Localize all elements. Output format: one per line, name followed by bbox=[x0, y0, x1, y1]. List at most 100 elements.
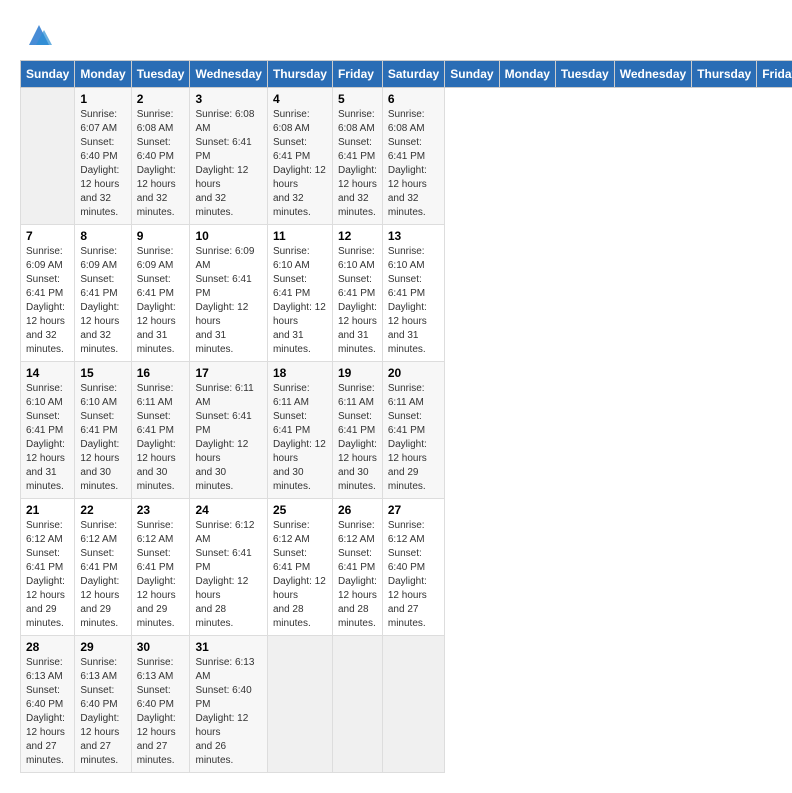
day-info: Sunrise: 6:10 AM Sunset: 6:41 PM Dayligh… bbox=[26, 382, 69, 494]
calendar-cell: 25 Sunrise: 6:12 AM Sunset: 6:41 PM Dayli… bbox=[267, 499, 332, 636]
calendar-cell: 28Sunrise: 6:13 AM Sunset: 6:40 PM Dayli… bbox=[21, 636, 75, 773]
day-info: Sunrise: 6:09 AM Sunset: 6:41 PM Dayligh… bbox=[137, 245, 185, 357]
day-number: 4 bbox=[273, 92, 327, 106]
day-number: 10 bbox=[195, 229, 261, 243]
calendar-cell bbox=[382, 636, 444, 773]
day-info: Sunrise: 6:13 AM Sunset: 6:40 PM Dayligh… bbox=[80, 656, 125, 768]
day-number: 23 bbox=[137, 503, 185, 517]
day-number: 6 bbox=[388, 92, 439, 106]
day-number: 27 bbox=[388, 503, 439, 517]
calendar-cell: 11 Sunrise: 6:10 AM Sunset: 6:41 PM Dayli… bbox=[267, 225, 332, 362]
calendar-week-row: 21 Sunrise: 6:12 AM Sunset: 6:41 PM Dayli… bbox=[21, 499, 792, 636]
day-number: 26 bbox=[338, 503, 377, 517]
calendar-cell: 29 Sunrise: 6:13 AM Sunset: 6:40 PM Dayli… bbox=[75, 636, 131, 773]
calendar-cell: 5 Sunrise: 6:08 AM Sunset: 6:41 PM Daylig… bbox=[332, 88, 382, 225]
calendar-week-row: 28 Sunrise: 6:13 AM Sunset: 6:40 PM Dayli… bbox=[21, 636, 792, 773]
day-info: Sunrise: 6:13 AM Sunset: 6:40 PM Dayligh… bbox=[137, 656, 185, 768]
calendar-header-row: SundayMondayTuesdayWednesdayThursdayFrid… bbox=[21, 61, 792, 88]
calendar-cell: 4 Sunrise: 6:08 AM Sunset: 6:41 PM Daylig… bbox=[267, 88, 332, 225]
day-info: Sunrise: 6:08 AM Sunset: 6:41 PM Dayligh… bbox=[273, 108, 327, 220]
day-number: 2 bbox=[137, 92, 185, 106]
day-number: 11 bbox=[273, 229, 327, 243]
day-header-wednesday: Wednesday bbox=[190, 61, 267, 88]
calendar-cell: 15 Sunrise: 6:10 AM Sunset: 6:41 PM Dayli… bbox=[75, 362, 131, 499]
day-header-saturday: Saturday bbox=[382, 61, 444, 88]
day-info: Sunrise: 6:09 AM Sunset: 6:41 PM Dayligh… bbox=[26, 245, 69, 357]
day-info: Sunrise: 6:11 AM Sunset: 6:41 PM Dayligh… bbox=[388, 382, 439, 494]
day-info: Sunrise: 6:11 AM Sunset: 6:41 PM Dayligh… bbox=[137, 382, 185, 494]
day-number: 24 bbox=[195, 503, 261, 517]
day-number: 12 bbox=[338, 229, 377, 243]
day-number: 5 bbox=[338, 92, 377, 106]
calendar-cell: 20 Sunrise: 6:11 AM Sunset: 6:41 PM Dayli… bbox=[382, 362, 444, 499]
day-header-friday: Friday bbox=[332, 61, 382, 88]
day-number: 1 bbox=[80, 92, 125, 106]
day-info: Sunrise: 6:09 AM Sunset: 6:41 PM Dayligh… bbox=[80, 245, 125, 357]
page-header bbox=[20, 20, 772, 50]
calendar-cell: 7Sunrise: 6:09 AM Sunset: 6:41 PM Daylig… bbox=[21, 225, 75, 362]
day-info: Sunrise: 6:11 AM Sunset: 6:41 PM Dayligh… bbox=[195, 382, 261, 494]
calendar-cell: 14 Sunrise: 6:10 AM Sunset: 6:41 PM Dayli… bbox=[21, 362, 75, 499]
day-header-monday: Monday bbox=[75, 61, 131, 88]
day-number: 14 bbox=[26, 366, 69, 380]
day-number: 25 bbox=[273, 503, 327, 517]
calendar-cell bbox=[332, 636, 382, 773]
calendar-cell: 16Sunrise: 6:11 AM Sunset: 6:41 PM Dayli… bbox=[131, 362, 190, 499]
calendar-cell: 2 Sunrise: 6:08 AM Sunset: 6:40 PM Daylig… bbox=[131, 88, 190, 225]
day-header-thursday: Thursday bbox=[692, 61, 757, 88]
day-number: 20 bbox=[388, 366, 439, 380]
day-info: Sunrise: 6:12 AM Sunset: 6:41 PM Dayligh… bbox=[80, 519, 125, 631]
calendar-cell: 6 Sunrise: 6:08 AM Sunset: 6:41 PM Daylig… bbox=[382, 88, 444, 225]
day-number: 30 bbox=[137, 640, 185, 654]
day-info: Sunrise: 6:12 AM Sunset: 6:41 PM Dayligh… bbox=[273, 519, 327, 631]
day-info: Sunrise: 6:12 AM Sunset: 6:41 PM Dayligh… bbox=[338, 519, 377, 631]
day-header-tuesday: Tuesday bbox=[131, 61, 190, 88]
calendar-cell: 30 Sunrise: 6:13 AM Sunset: 6:40 PM Dayli… bbox=[131, 636, 190, 773]
calendar-cell: 18 Sunrise: 6:11 AM Sunset: 6:41 PM Dayli… bbox=[267, 362, 332, 499]
day-number: 3 bbox=[195, 92, 261, 106]
calendar-cell: 12 Sunrise: 6:10 AM Sunset: 6:41 PM Dayli… bbox=[332, 225, 382, 362]
day-info: Sunrise: 6:10 AM Sunset: 6:41 PM Dayligh… bbox=[80, 382, 125, 494]
logo bbox=[20, 20, 54, 50]
day-number: 8 bbox=[80, 229, 125, 243]
day-info: Sunrise: 6:08 AM Sunset: 6:40 PM Dayligh… bbox=[137, 108, 185, 220]
day-number: 18 bbox=[273, 366, 327, 380]
calendar-week-row: 1Sunrise: 6:07 AM Sunset: 6:40 PM Daylig… bbox=[21, 88, 792, 225]
calendar-table: SundayMondayTuesdayWednesdayThursdayFrid… bbox=[20, 60, 792, 773]
day-info: Sunrise: 6:13 AM Sunset: 6:40 PM Dayligh… bbox=[195, 656, 261, 768]
day-info: Sunrise: 6:08 AM Sunset: 6:41 PM Dayligh… bbox=[195, 108, 261, 220]
logo-icon bbox=[24, 20, 54, 50]
day-info: Sunrise: 6:08 AM Sunset: 6:41 PM Dayligh… bbox=[338, 108, 377, 220]
calendar-cell: 19Sunrise: 6:11 AM Sunset: 6:41 PM Dayli… bbox=[332, 362, 382, 499]
day-info: Sunrise: 6:10 AM Sunset: 6:41 PM Dayligh… bbox=[338, 245, 377, 357]
day-header-monday: Monday bbox=[499, 61, 555, 88]
day-number: 19 bbox=[338, 366, 377, 380]
day-number: 21 bbox=[26, 503, 69, 517]
day-info: Sunrise: 6:11 AM Sunset: 6:41 PM Dayligh… bbox=[273, 382, 327, 494]
day-info: Sunrise: 6:09 AM Sunset: 6:41 PM Dayligh… bbox=[195, 245, 261, 357]
day-header-thursday: Thursday bbox=[267, 61, 332, 88]
day-number: 9 bbox=[137, 229, 185, 243]
calendar-cell: 21 Sunrise: 6:12 AM Sunset: 6:41 PM Dayli… bbox=[21, 499, 75, 636]
calendar-cell: 26 Sunrise: 6:12 AM Sunset: 6:41 PM Dayli… bbox=[332, 499, 382, 636]
day-number: 15 bbox=[80, 366, 125, 380]
calendar-cell: 17Sunrise: 6:11 AM Sunset: 6:41 PM Dayli… bbox=[190, 362, 267, 499]
day-info: Sunrise: 6:12 AM Sunset: 6:41 PM Dayligh… bbox=[137, 519, 185, 631]
calendar-week-row: 7Sunrise: 6:09 AM Sunset: 6:41 PM Daylig… bbox=[21, 225, 792, 362]
day-info: Sunrise: 6:12 AM Sunset: 6:40 PM Dayligh… bbox=[388, 519, 439, 631]
day-number: 13 bbox=[388, 229, 439, 243]
day-header-friday: Friday bbox=[757, 61, 792, 88]
day-info: Sunrise: 6:10 AM Sunset: 6:41 PM Dayligh… bbox=[273, 245, 327, 357]
day-info: Sunrise: 6:12 AM Sunset: 6:41 PM Dayligh… bbox=[26, 519, 69, 631]
calendar-cell: 10 Sunrise: 6:09 AM Sunset: 6:41 PM Dayli… bbox=[190, 225, 267, 362]
day-header-wednesday: Wednesday bbox=[614, 61, 691, 88]
day-number: 28 bbox=[26, 640, 69, 654]
calendar-cell: 27 Sunrise: 6:12 AM Sunset: 6:40 PM Dayli… bbox=[382, 499, 444, 636]
calendar-cell: 24Sunrise: 6:12 AM Sunset: 6:41 PM Dayli… bbox=[190, 499, 267, 636]
day-number: 22 bbox=[80, 503, 125, 517]
day-number: 29 bbox=[80, 640, 125, 654]
day-header-sunday: Sunday bbox=[445, 61, 499, 88]
day-info: Sunrise: 6:08 AM Sunset: 6:41 PM Dayligh… bbox=[388, 108, 439, 220]
day-header-tuesday: Tuesday bbox=[555, 61, 614, 88]
calendar-cell bbox=[21, 88, 75, 225]
